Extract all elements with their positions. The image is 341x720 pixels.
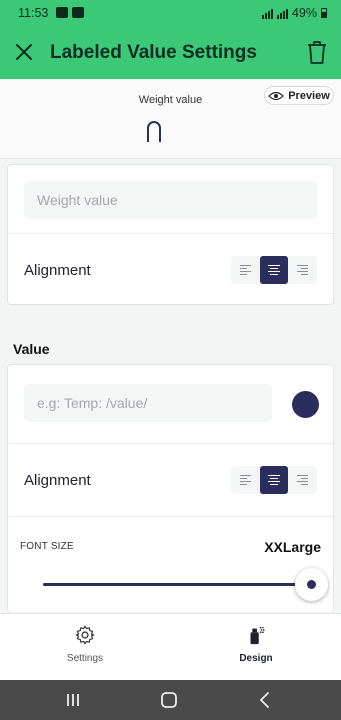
align-center-button[interactable] (259, 466, 289, 494)
label-settings-card: Weight value Alignment (7, 164, 334, 305)
battery-icon (321, 8, 327, 18)
slider-thumb[interactable] (295, 568, 328, 601)
eye-icon (268, 91, 285, 100)
label-alignment-label: Alignment (24, 262, 91, 279)
signal-icon-2 (276, 8, 288, 19)
align-left-button[interactable] (231, 466, 260, 494)
trash-icon[interactable] (305, 39, 329, 65)
tab-settings[interactable]: Settings (0, 614, 170, 681)
recent-apps-icon[interactable] (63, 690, 83, 710)
label-input-placeholder: Weight value (37, 192, 118, 208)
battery-percent: 49% (291, 6, 317, 20)
gear-icon (75, 625, 95, 645)
align-right-button[interactable] (288, 256, 317, 284)
close-icon[interactable] (12, 40, 36, 64)
preview-button[interactable]: Preview (264, 86, 334, 105)
font-size-slider[interactable] (43, 568, 328, 601)
color-picker-button[interactable] (292, 391, 319, 418)
app-bar: Labeled Value Settings (0, 27, 341, 79)
tab-design-label: Design (239, 653, 273, 664)
value-alignment-control (231, 466, 317, 494)
status-bar: 11:53 49% (0, 0, 341, 27)
value-input-placeholder: e.g: Temp: /value/ (37, 395, 148, 411)
tab-design[interactable]: Design (171, 614, 341, 681)
label-alignment-control (231, 256, 317, 284)
preview-value (147, 121, 161, 142)
app-notification-icon (72, 7, 84, 18)
value-input[interactable]: e.g: Temp: /value/ (24, 384, 272, 422)
font-size-value: XXLarge (264, 539, 321, 555)
preview-button-label: Preview (288, 89, 330, 102)
divider (8, 233, 333, 234)
value-settings-card: e.g: Temp: /value/ Alignment FONT SIZE X… (7, 364, 334, 612)
back-icon[interactable] (255, 690, 275, 710)
system-nav-bar (0, 680, 341, 720)
widget-preview: Weight value Preview (0, 79, 341, 159)
align-left-button[interactable] (231, 256, 260, 284)
video-icon (56, 7, 68, 18)
label-input[interactable]: Weight value (24, 181, 318, 219)
align-center-button[interactable] (259, 256, 289, 284)
divider (8, 443, 333, 444)
slider-track (43, 583, 311, 586)
page-title: Labeled Value Settings (50, 42, 257, 63)
status-time: 11:53 (18, 6, 49, 20)
tab-settings-label: Settings (66, 653, 104, 664)
notification-icons (56, 7, 84, 18)
status-right: 49% (261, 6, 327, 20)
font-size-label: FONT SIZE (20, 541, 74, 552)
home-icon[interactable] (159, 690, 179, 710)
signal-icon (261, 8, 273, 19)
align-right-button[interactable] (288, 466, 317, 494)
value-section-heading: Value (13, 341, 50, 357)
bottom-tab-bar: Settings Design (0, 613, 341, 680)
value-alignment-label: Alignment (24, 472, 91, 489)
spray-can-icon (250, 626, 265, 645)
divider (8, 516, 333, 517)
